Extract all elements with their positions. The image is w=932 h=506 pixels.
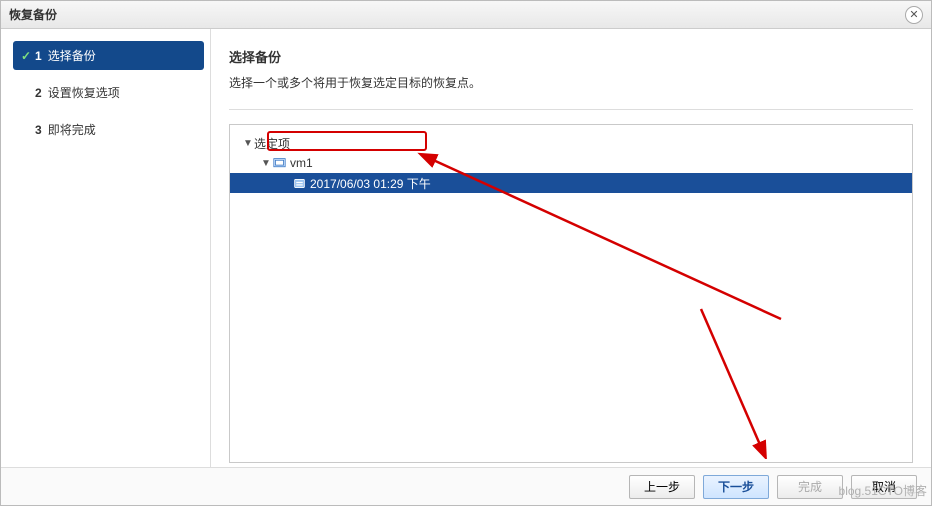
close-icon[interactable]: ✕ — [905, 6, 923, 24]
restore-backup-dialog: 恢复备份 ✕ ✓ 1 选择备份 2 设置恢复选项 3 即将完成 选择备份 选择一… — [0, 0, 932, 506]
tree-root-label: 选定项 — [254, 135, 290, 152]
panel-heading: 选择备份 — [229, 47, 913, 66]
tree-vm-label: vm1 — [290, 156, 313, 170]
tree-root[interactable]: ▼ 选定项 — [230, 133, 912, 153]
dialog-footer: 上一步 下一步 完成 取消 — [1, 467, 931, 505]
back-button[interactable]: 上一步 — [629, 475, 695, 499]
titlebar: 恢复备份 ✕ — [1, 1, 931, 29]
vm-icon — [272, 156, 286, 170]
tree-backup-label: 2017/06/03 01:29 下午 — [310, 175, 431, 192]
finish-button[interactable]: 完成 — [777, 475, 843, 499]
dialog-title: 恢复备份 — [9, 6, 57, 23]
expand-icon[interactable]: ▼ — [242, 138, 254, 149]
tree-backup-node[interactable]: 2017/06/03 01:29 下午 — [230, 173, 912, 193]
step-number: 3 — [35, 123, 42, 137]
step-set-options[interactable]: 2 设置恢复选项 — [13, 78, 204, 107]
step-select-backup[interactable]: ✓ 1 选择备份 — [13, 41, 204, 70]
step-label: 选择备份 — [48, 47, 96, 64]
backup-icon — [292, 176, 306, 190]
step-label: 设置恢复选项 — [48, 84, 120, 101]
check-icon: ✓ — [21, 49, 31, 63]
step-number: 2 — [35, 86, 42, 100]
expand-icon[interactable]: ▼ — [260, 158, 272, 169]
tree-vm-node[interactable]: ▼ vm1 — [230, 153, 912, 173]
main-panel: 选择备份 选择一个或多个将用于恢复选定目标的恢复点。 ▼ 选定项 ▼ vm1 — [211, 29, 931, 467]
dialog-body: ✓ 1 选择备份 2 设置恢复选项 3 即将完成 选择备份 选择一个或多个将用于… — [1, 29, 931, 467]
divider — [229, 109, 913, 110]
wizard-sidebar: ✓ 1 选择备份 2 设置恢复选项 3 即将完成 — [1, 29, 211, 467]
step-number: 1 — [35, 49, 42, 63]
step-label: 即将完成 — [48, 121, 96, 138]
cancel-button[interactable]: 取消 — [851, 475, 917, 499]
backup-tree[interactable]: ▼ 选定项 ▼ vm1 2017/06/03 01:29 下午 — [229, 124, 913, 463]
step-ready-complete[interactable]: 3 即将完成 — [13, 115, 204, 144]
next-button[interactable]: 下一步 — [703, 475, 769, 499]
panel-description: 选择一个或多个将用于恢复选定目标的恢复点。 — [229, 74, 913, 91]
